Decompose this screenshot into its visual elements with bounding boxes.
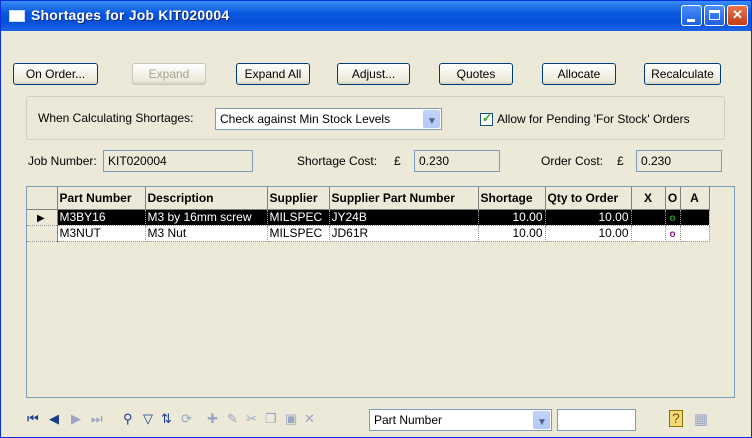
column-header-description[interactable]: Description <box>145 187 268 210</box>
cell-o[interactable]: o <box>665 209 681 226</box>
order-currency: £ <box>617 154 624 168</box>
cell-qty-to-order[interactable]: 10.00 <box>545 225 632 242</box>
column-header-x[interactable]: X <box>631 187 666 210</box>
shortage-cost-field: 0.230 <box>414 150 500 172</box>
prior-record-icon[interactable]: ◀ <box>49 411 59 427</box>
maximize-icon <box>709 10 720 20</box>
cell-description[interactable]: M3 Nut <box>145 225 268 242</box>
sort-icon[interactable]: ⇅ <box>161 411 172 427</box>
shortages-window: Shortages for Job KIT020004 ✕ On Order..… <box>0 0 752 438</box>
calc-mode-value: Check against Min Stock Levels <box>220 112 391 126</box>
job-number-field: KIT020004 <box>103 150 253 172</box>
table-row[interactable]: ▶ M3BY16 M3 by 16mm screw MILSPEC JY24B … <box>27 209 710 226</box>
copy-icon[interactable]: ❐ <box>265 411 277 427</box>
sort-field-value: Part Number <box>374 413 443 427</box>
row-indicator[interactable] <box>27 225 58 242</box>
allocate-button[interactable]: Allocate <box>542 63 616 85</box>
refresh-icon[interactable]: ⟳ <box>181 411 192 427</box>
quotes-button[interactable]: Quotes <box>439 63 513 85</box>
shortage-currency: £ <box>394 154 401 168</box>
order-cost-field: 0.230 <box>636 150 722 172</box>
title-bar[interactable]: Shortages for Job KIT020004 ✕ <box>1 1 751 31</box>
recalculate-button[interactable]: Recalculate <box>644 63 721 85</box>
cut-icon[interactable]: ✂ <box>246 411 257 427</box>
window-icon <box>9 10 25 22</box>
maximize-button[interactable] <box>704 5 725 26</box>
on-order-button[interactable]: On Order... <box>13 63 98 85</box>
cell-shortage[interactable]: 10.00 <box>478 225 546 242</box>
save-icon[interactable]: ▣ <box>285 411 297 427</box>
table-row[interactable]: M3NUT M3 Nut MILSPEC JD61R 10.00 10.00 o <box>27 225 710 242</box>
cell-part-number[interactable]: M3BY16 <box>57 209 146 226</box>
next-record-icon[interactable]: ▶ <box>71 411 81 427</box>
row-indicator[interactable]: ▶ <box>27 209 58 226</box>
cell-shortage[interactable]: 10.00 <box>478 209 546 226</box>
column-header-qty-to-order[interactable]: Qty to Order <box>545 187 632 210</box>
last-record-icon[interactable]: ⏭ <box>91 411 103 427</box>
column-header-supplier[interactable]: Supplier <box>267 187 330 210</box>
order-cost-label: Order Cost: <box>541 154 604 168</box>
checkmark-icon: ✓ <box>482 111 493 125</box>
cell-supplier[interactable]: MILSPEC <box>267 209 330 226</box>
cell-supplier-part-number[interactable]: JD61R <box>329 225 479 242</box>
cell-part-number[interactable]: M3NUT <box>57 225 146 242</box>
close-icon: ✕ <box>732 7 743 22</box>
cell-description[interactable]: M3 by 16mm screw <box>145 209 268 226</box>
pending-orders-checkbox[interactable]: ✓ <box>480 111 493 126</box>
grid-view-icon[interactable]: ▦ <box>694 410 708 428</box>
shortage-cost-label: Shortage Cost: <box>297 154 378 168</box>
pending-orders-label: Allow for Pending 'For Stock' Orders <box>497 112 690 126</box>
cell-a[interactable] <box>680 209 710 226</box>
help-search-icon[interactable]: ? <box>669 410 683 427</box>
insert-icon[interactable]: ✚ <box>207 411 218 427</box>
cell-a[interactable] <box>680 225 710 242</box>
close-button[interactable]: ✕ <box>727 5 748 26</box>
find-icon[interactable]: ⚲ <box>123 411 133 427</box>
chevron-down-icon[interactable]: ▼ <box>423 110 440 128</box>
job-number-label: Job Number: <box>28 154 97 168</box>
row-indicator-header <box>27 187 58 210</box>
column-header-o[interactable]: O <box>665 187 681 210</box>
order-status-indicator: o <box>669 213 676 224</box>
chevron-down-icon[interactable]: ▼ <box>533 411 550 429</box>
sort-field-select[interactable]: Part Number ▼ <box>369 409 552 431</box>
expand-button[interactable]: Expand <box>132 63 206 85</box>
calc-mode-select[interactable]: Check against Min Stock Levels ▼ <box>215 108 442 130</box>
adjust-button[interactable]: Adjust... <box>337 63 410 85</box>
first-record-icon[interactable]: ⏮ <box>27 411 39 427</box>
cell-o[interactable]: o <box>665 225 681 242</box>
cell-qty-to-order[interactable]: 10.00 <box>545 209 632 226</box>
shortages-table: Part Number Description Supplier Supplie… <box>27 187 710 242</box>
filter-icon[interactable]: ▽ <box>143 411 153 427</box>
delete-icon[interactable]: ✕ <box>304 411 315 427</box>
cell-x[interactable] <box>631 225 666 242</box>
cell-supplier[interactable]: MILSPEC <box>267 225 330 242</box>
shortages-grid[interactable]: Part Number Description Supplier Supplie… <box>26 186 735 398</box>
expand-all-button[interactable]: Expand All <box>236 63 310 85</box>
minimize-button[interactable] <box>681 5 702 26</box>
column-header-shortage[interactable]: Shortage <box>478 187 546 210</box>
column-header-a[interactable]: A <box>680 187 710 210</box>
column-header-supplier-part-number[interactable]: Supplier Part Number <box>329 187 479 210</box>
window-title: Shortages for Job KIT020004 <box>31 7 230 23</box>
minimize-icon <box>687 19 695 22</box>
calc-label: When Calculating Shortages: <box>38 111 194 125</box>
cell-supplier-part-number[interactable]: JY24B <box>329 209 479 226</box>
edit-icon[interactable]: ✎ <box>227 411 238 427</box>
current-row-icon: ▶ <box>37 213 45 224</box>
column-header-part-number[interactable]: Part Number <box>57 187 146 210</box>
order-status-indicator: o <box>669 229 676 240</box>
search-input[interactable] <box>557 409 636 431</box>
cell-x[interactable] <box>631 209 666 226</box>
